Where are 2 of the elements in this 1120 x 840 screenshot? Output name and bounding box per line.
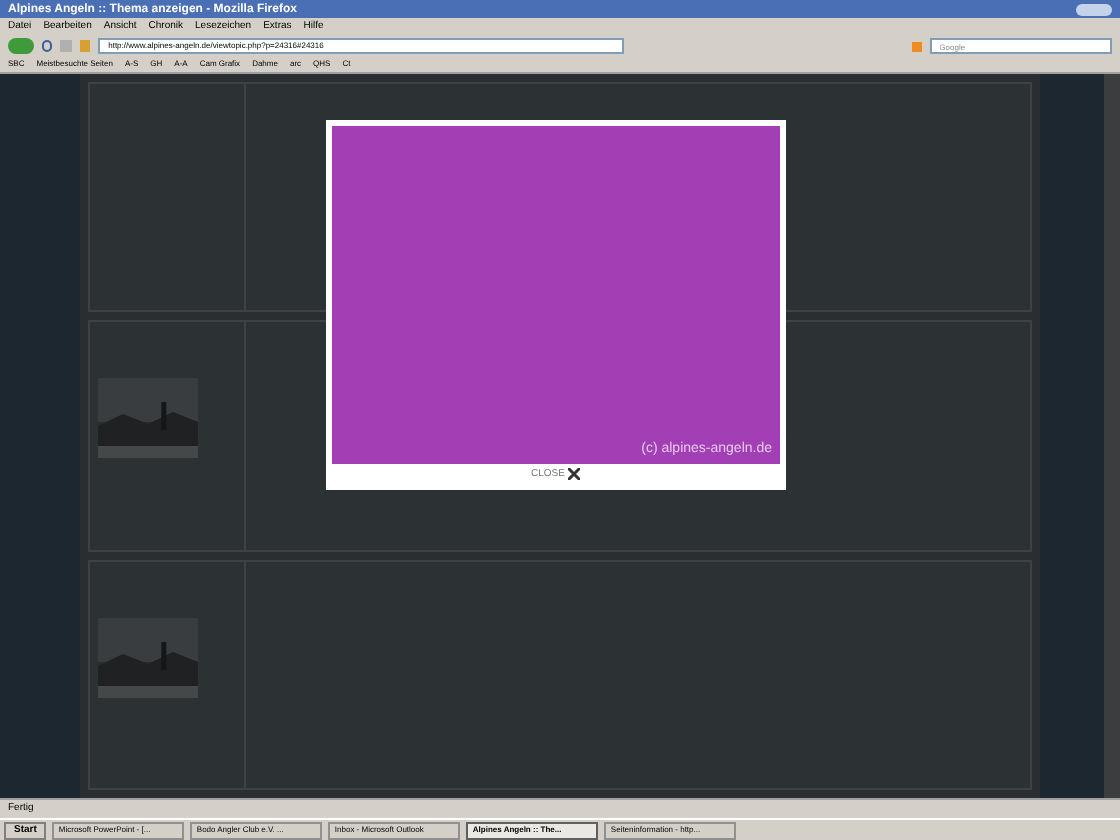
close-icon — [568, 468, 581, 480]
scrollbar[interactable] — [1104, 74, 1120, 798]
